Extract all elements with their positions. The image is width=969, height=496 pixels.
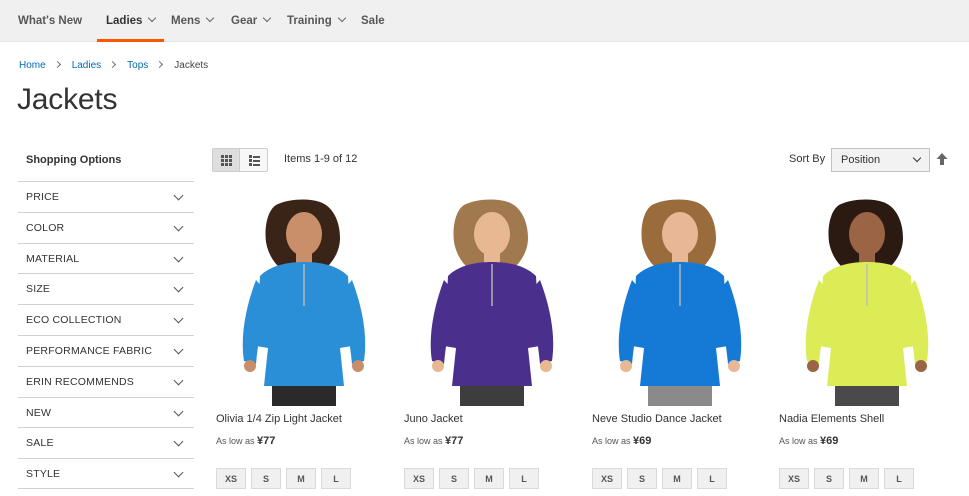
size-option[interactable]: M xyxy=(286,468,316,489)
chevron-right-icon xyxy=(156,60,164,69)
product-image[interactable] xyxy=(779,196,955,406)
filter-new[interactable]: NEW xyxy=(18,396,194,428)
chevron-down-icon xyxy=(173,467,184,478)
breadcrumb-ladies[interactable]: Ladies xyxy=(72,60,101,71)
product-price: As low as ¥77 xyxy=(216,435,276,447)
size-option[interactable]: XS xyxy=(404,468,434,489)
nav-item-ladies[interactable]: Ladies xyxy=(96,0,165,42)
sort-direction-arrow-icon[interactable] xyxy=(936,153,948,165)
breadcrumb-tops[interactable]: Tops xyxy=(127,60,148,71)
size-option[interactable]: L xyxy=(697,468,727,489)
nav-item-whats-new[interactable]: What's New xyxy=(18,0,82,42)
chevron-right-icon xyxy=(53,60,61,69)
breadcrumb-current: Jackets xyxy=(174,60,209,71)
list-view-button[interactable] xyxy=(241,149,268,171)
product-image[interactable] xyxy=(216,196,392,406)
product-name[interactable]: Olivia 1/4 Zip Light Jacket xyxy=(216,413,342,425)
product-price: As low as ¥77 xyxy=(404,435,464,447)
chevron-down-icon xyxy=(173,190,184,201)
chevron-down-icon xyxy=(173,344,184,355)
size-option[interactable]: S xyxy=(814,468,844,489)
nav-item-gear[interactable]: Gear xyxy=(231,0,272,42)
chevron-down-icon xyxy=(173,375,184,386)
product-image[interactable] xyxy=(404,196,580,406)
chevron-down-icon xyxy=(337,13,346,23)
size-option[interactable]: L xyxy=(509,468,539,489)
filter-style[interactable]: STYLE xyxy=(18,458,194,489)
page-title: Jackets xyxy=(17,83,118,116)
shopping-options-title: Shopping Options xyxy=(26,154,122,166)
breadcrumb: Home Ladies Tops Jackets xyxy=(19,60,208,71)
size-swatches: XS S M L xyxy=(592,468,732,489)
filter-size[interactable]: SIZE xyxy=(18,273,194,304)
filter-eco-collection[interactable]: ECO COLLECTION xyxy=(18,304,194,335)
chevron-down-icon xyxy=(173,406,184,417)
size-option[interactable]: S xyxy=(627,468,657,489)
size-option[interactable]: XS xyxy=(779,468,809,489)
product-name[interactable]: Juno Jacket xyxy=(404,413,463,425)
chevron-down-icon xyxy=(262,13,272,23)
size-option[interactable]: L xyxy=(884,468,914,489)
chevron-right-icon xyxy=(109,60,117,69)
filter-material[interactable]: MATERIAL xyxy=(18,242,194,274)
chevron-down-icon xyxy=(173,221,184,232)
size-option[interactable]: XS xyxy=(216,468,246,489)
product-name[interactable]: Neve Studio Dance Jacket xyxy=(592,413,722,425)
filter-erin-recommends[interactable]: ERIN RECOMMENDS xyxy=(18,365,194,397)
filter-price[interactable]: PRICE xyxy=(18,181,194,212)
size-option[interactable]: M xyxy=(662,468,692,489)
product-name[interactable]: Nadia Elements Shell xyxy=(779,413,884,425)
chevron-down-icon xyxy=(173,282,184,293)
filter-color[interactable]: COLOR xyxy=(18,211,194,243)
size-option[interactable]: S xyxy=(439,468,469,489)
nav-item-mens[interactable]: Mens xyxy=(171,0,215,42)
product-price: As low as ¥69 xyxy=(779,435,839,447)
size-option[interactable]: M xyxy=(474,468,504,489)
sort-by-select[interactable]: Position xyxy=(831,148,930,172)
product-price: As low as ¥69 xyxy=(592,435,652,447)
product-image[interactable] xyxy=(592,196,768,406)
breadcrumb-home[interactable]: Home xyxy=(19,60,46,71)
chevron-down-icon xyxy=(173,436,184,447)
filter-list: PRICE COLOR MATERIAL SIZE ECO COLLECTION… xyxy=(18,181,194,489)
size-swatches: XS S M L xyxy=(216,468,356,489)
size-swatches: XS S M L xyxy=(779,468,919,489)
chevron-down-icon xyxy=(173,313,184,324)
chevron-down-icon xyxy=(912,153,922,163)
view-mode-switcher xyxy=(212,148,268,172)
grid-view-button[interactable] xyxy=(213,149,240,171)
nav-item-training[interactable]: Training xyxy=(287,0,346,42)
toolbar-amount: Items 1-9 of 12 xyxy=(284,153,358,165)
sort-by-label: Sort By xyxy=(789,153,826,165)
chevron-down-icon xyxy=(206,13,215,23)
size-swatches: XS S M L xyxy=(404,468,544,489)
size-option[interactable]: S xyxy=(251,468,281,489)
chevron-down-icon xyxy=(173,252,184,263)
filter-performance-fabric[interactable]: PERFORMANCE FABRIC xyxy=(18,334,194,366)
nav-item-sale[interactable]: Sale xyxy=(361,0,385,42)
top-navigation: What's New Ladies Mens Gear Training Sal… xyxy=(0,0,969,42)
size-option[interactable]: M xyxy=(849,468,879,489)
size-option[interactable]: XS xyxy=(592,468,622,489)
size-option[interactable]: L xyxy=(321,468,351,489)
chevron-down-icon xyxy=(148,13,157,23)
filter-sale[interactable]: SALE xyxy=(18,427,194,458)
